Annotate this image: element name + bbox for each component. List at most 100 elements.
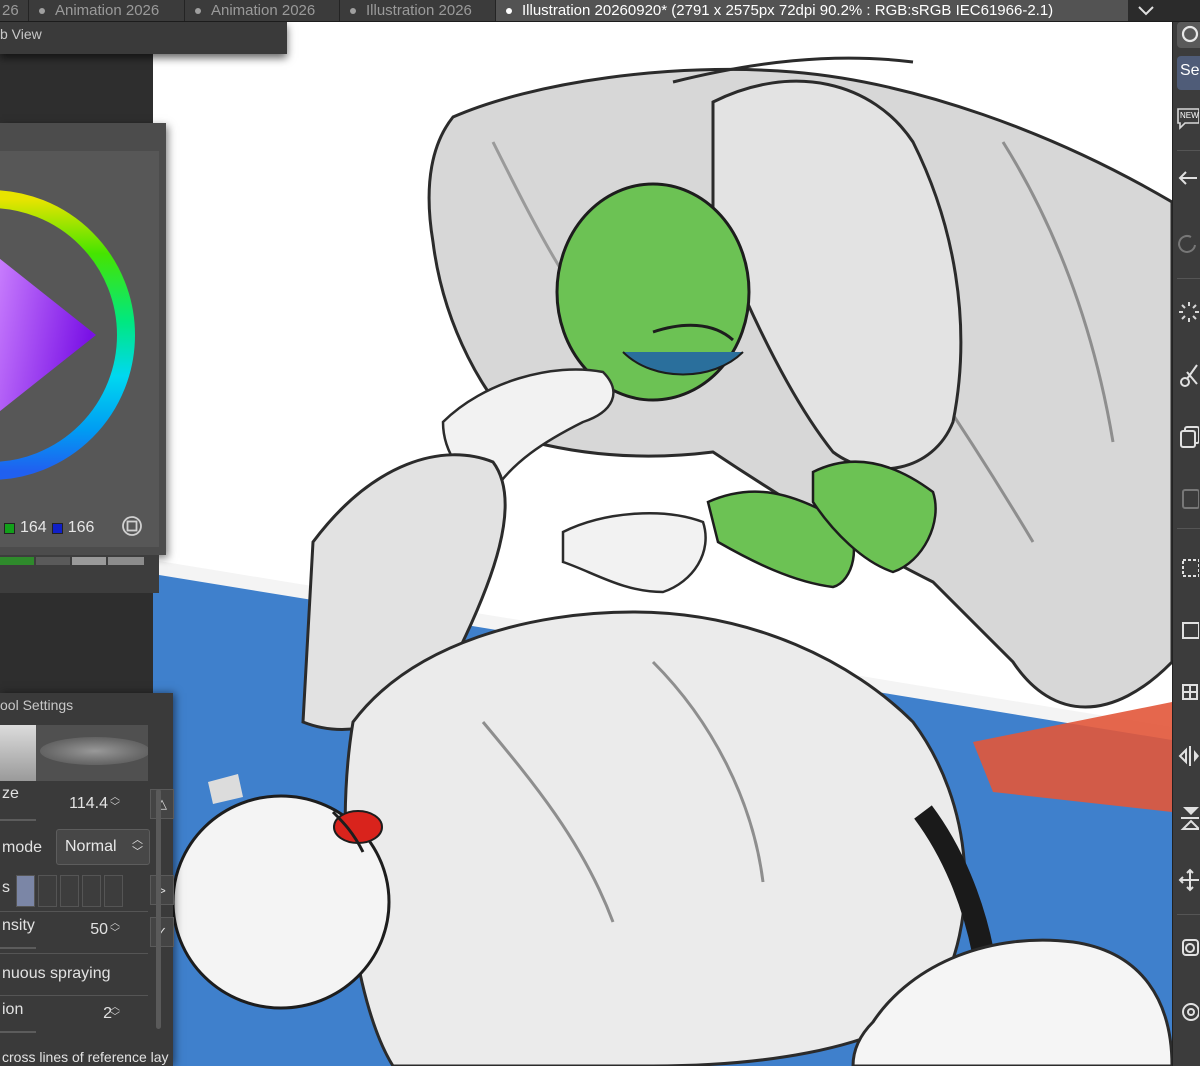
pressure-size-button[interactable]: △ — [150, 789, 174, 819]
tab-label: Illustration 20260920* (2791 x 2575px 72… — [522, 2, 1054, 19]
copy-button[interactable] — [1175, 420, 1200, 452]
flip-vertical-icon — [1180, 807, 1199, 830]
pressure-density-button[interactable]: ✓ — [150, 917, 174, 947]
subview-panel: b View — [0, 22, 287, 54]
artwork — [153, 56, 1172, 1066]
layer-button[interactable] — [1175, 932, 1200, 964]
stabilization-slider[interactable] — [0, 1031, 36, 1033]
gear-icon — [1182, 1003, 1199, 1021]
saturation-triangle[interactable] — [0, 251, 96, 419]
transform-button[interactable] — [1175, 676, 1200, 708]
chevron-updown-icon: ︿ ﹀ — [132, 834, 143, 858]
selection-icon — [1182, 559, 1199, 577]
tab-animation-2[interactable]: Animation 2026 — [185, 0, 340, 21]
continuous-spraying-label: nuous spraying — [2, 965, 111, 982]
cut-button[interactable] — [1175, 359, 1200, 391]
copy-icon — [1180, 426, 1199, 448]
brush-tips-label: s — [2, 879, 10, 896]
green-channel-swatch — [4, 522, 15, 534]
color-wheel[interactable] — [0, 151, 159, 547]
red-eye — [333, 810, 383, 844]
brush-size-slider[interactable] — [0, 819, 36, 821]
scissors-icon — [1180, 364, 1198, 387]
document-tab-bar: 26 Animation 2026 Animation 2026 Illustr… — [0, 0, 1200, 22]
redo-button[interactable] — [1175, 227, 1200, 259]
brush-size-value[interactable]: 114.4 — [69, 795, 108, 813]
flip-vertical-button[interactable] — [1175, 802, 1200, 834]
rotate-icon — [1178, 234, 1196, 253]
color-wheel-area[interactable]: 164 166 — [0, 151, 159, 547]
arrow-left-icon — [1178, 171, 1197, 185]
brush-tip-swatches[interactable] — [16, 875, 123, 907]
modified-dot-icon — [350, 7, 356, 14]
color-history-strip — [0, 555, 159, 593]
divider — [0, 995, 148, 996]
stabilization-stepper[interactable]: ︿ ﹀ — [110, 1003, 120, 1023]
tab-illustration-1[interactable]: Illustration 2026 — [340, 0, 496, 21]
spinner-icon — [1179, 302, 1199, 322]
brush-preview[interactable] — [0, 725, 148, 781]
paste-button[interactable] — [1175, 482, 1200, 514]
tab-illustration-active[interactable]: Illustration 20260920* (2791 x 2575px 72… — [496, 0, 1132, 21]
density-slider[interactable] — [0, 947, 36, 949]
search-button[interactable] — [1177, 22, 1200, 48]
density-stepper[interactable]: ︿ ﹀ — [110, 919, 120, 939]
brush-tip-swatch[interactable] — [60, 875, 79, 907]
chevron-right-icon[interactable]: > — [150, 875, 174, 905]
toolbar-divider — [1177, 528, 1200, 529]
new-feature-button[interactable]: NEW — [1175, 102, 1200, 134]
density-label: nsity — [2, 917, 35, 934]
tool-settings-scrollbar[interactable] — [156, 789, 161, 1029]
blend-mode-value: Normal — [65, 838, 117, 855]
tab-label: 26 — [2, 2, 19, 19]
settings-button[interactable] — [1175, 996, 1200, 1028]
modified-dot-icon — [39, 7, 45, 14]
layer-icon — [1182, 939, 1199, 956]
stabilization-row[interactable]: ion 2 ︿ ﹀ — [0, 997, 150, 1035]
move-button[interactable] — [1175, 864, 1200, 896]
brush-size-row[interactable]: ze 114.4 ︿ ﹀ △ — [0, 785, 174, 823]
right-toolbar: Se NEW — [1172, 22, 1200, 1066]
brush-size-label: ze — [2, 785, 19, 802]
drawing-canvas[interactable] — [153, 22, 1172, 1066]
divider — [0, 953, 148, 954]
search-tab-label: Se — [1180, 62, 1200, 79]
brush-size-stepper[interactable]: ︿ ﹀ — [110, 793, 120, 813]
undo-button[interactable] — [1175, 162, 1200, 194]
blend-mode-select[interactable]: Normal ︿ ﹀ — [56, 829, 150, 865]
select-button[interactable] — [1175, 552, 1200, 584]
tab-animation-1[interactable]: Animation 2026 — [29, 0, 185, 21]
reference-layer-row[interactable]: cross lines of reference lay — [0, 1041, 169, 1065]
toolbar-divider — [1177, 150, 1200, 151]
loading-button[interactable] — [1175, 296, 1200, 328]
chevron-down-icon — [1138, 6, 1154, 16]
tab-list-button[interactable] — [1128, 0, 1164, 21]
clipboard-icon — [1182, 489, 1199, 509]
toolbar-divider — [1177, 914, 1200, 915]
color-mode-icon[interactable] — [121, 515, 143, 537]
continuous-spraying-row[interactable]: nuous spraying — [0, 957, 150, 995]
new-badge: NEW — [1180, 111, 1199, 120]
reference-layer-label: cross lines of reference lay — [2, 1049, 169, 1065]
density-row[interactable]: nsity 50 ︿ ﹀ ✓ — [0, 913, 174, 951]
brush-tip-swatch[interactable] — [82, 875, 101, 907]
tab-partial[interactable]: 26 — [0, 0, 29, 21]
modified-dot-icon — [506, 7, 512, 14]
search-tab[interactable]: Se — [1177, 56, 1200, 90]
move-icon — [1178, 868, 1199, 892]
brush-tip-swatch[interactable] — [16, 875, 35, 907]
green-value: 164 — [20, 519, 47, 536]
modified-dot-icon — [195, 7, 201, 14]
brush-tip-swatch[interactable] — [104, 875, 123, 907]
color-wheel-panel: 164 166 — [0, 123, 166, 555]
flip-horizontal-button[interactable] — [1175, 740, 1200, 772]
lasso-button[interactable] — [1175, 614, 1200, 646]
brush-tip-swatch[interactable] — [38, 875, 57, 907]
brush-stroke-preview — [40, 737, 148, 765]
density-value[interactable]: 50 — [90, 921, 108, 939]
toolbar-divider — [1177, 278, 1200, 279]
rgb-readout: 164 166 — [4, 519, 94, 537]
tool-settings-panel: ool Settings ze 114.4 ︿ ﹀ △ mode Normal ︿… — [0, 693, 174, 1066]
brush-tip — [0, 725, 36, 781]
blue-value: 166 — [67, 519, 95, 536]
